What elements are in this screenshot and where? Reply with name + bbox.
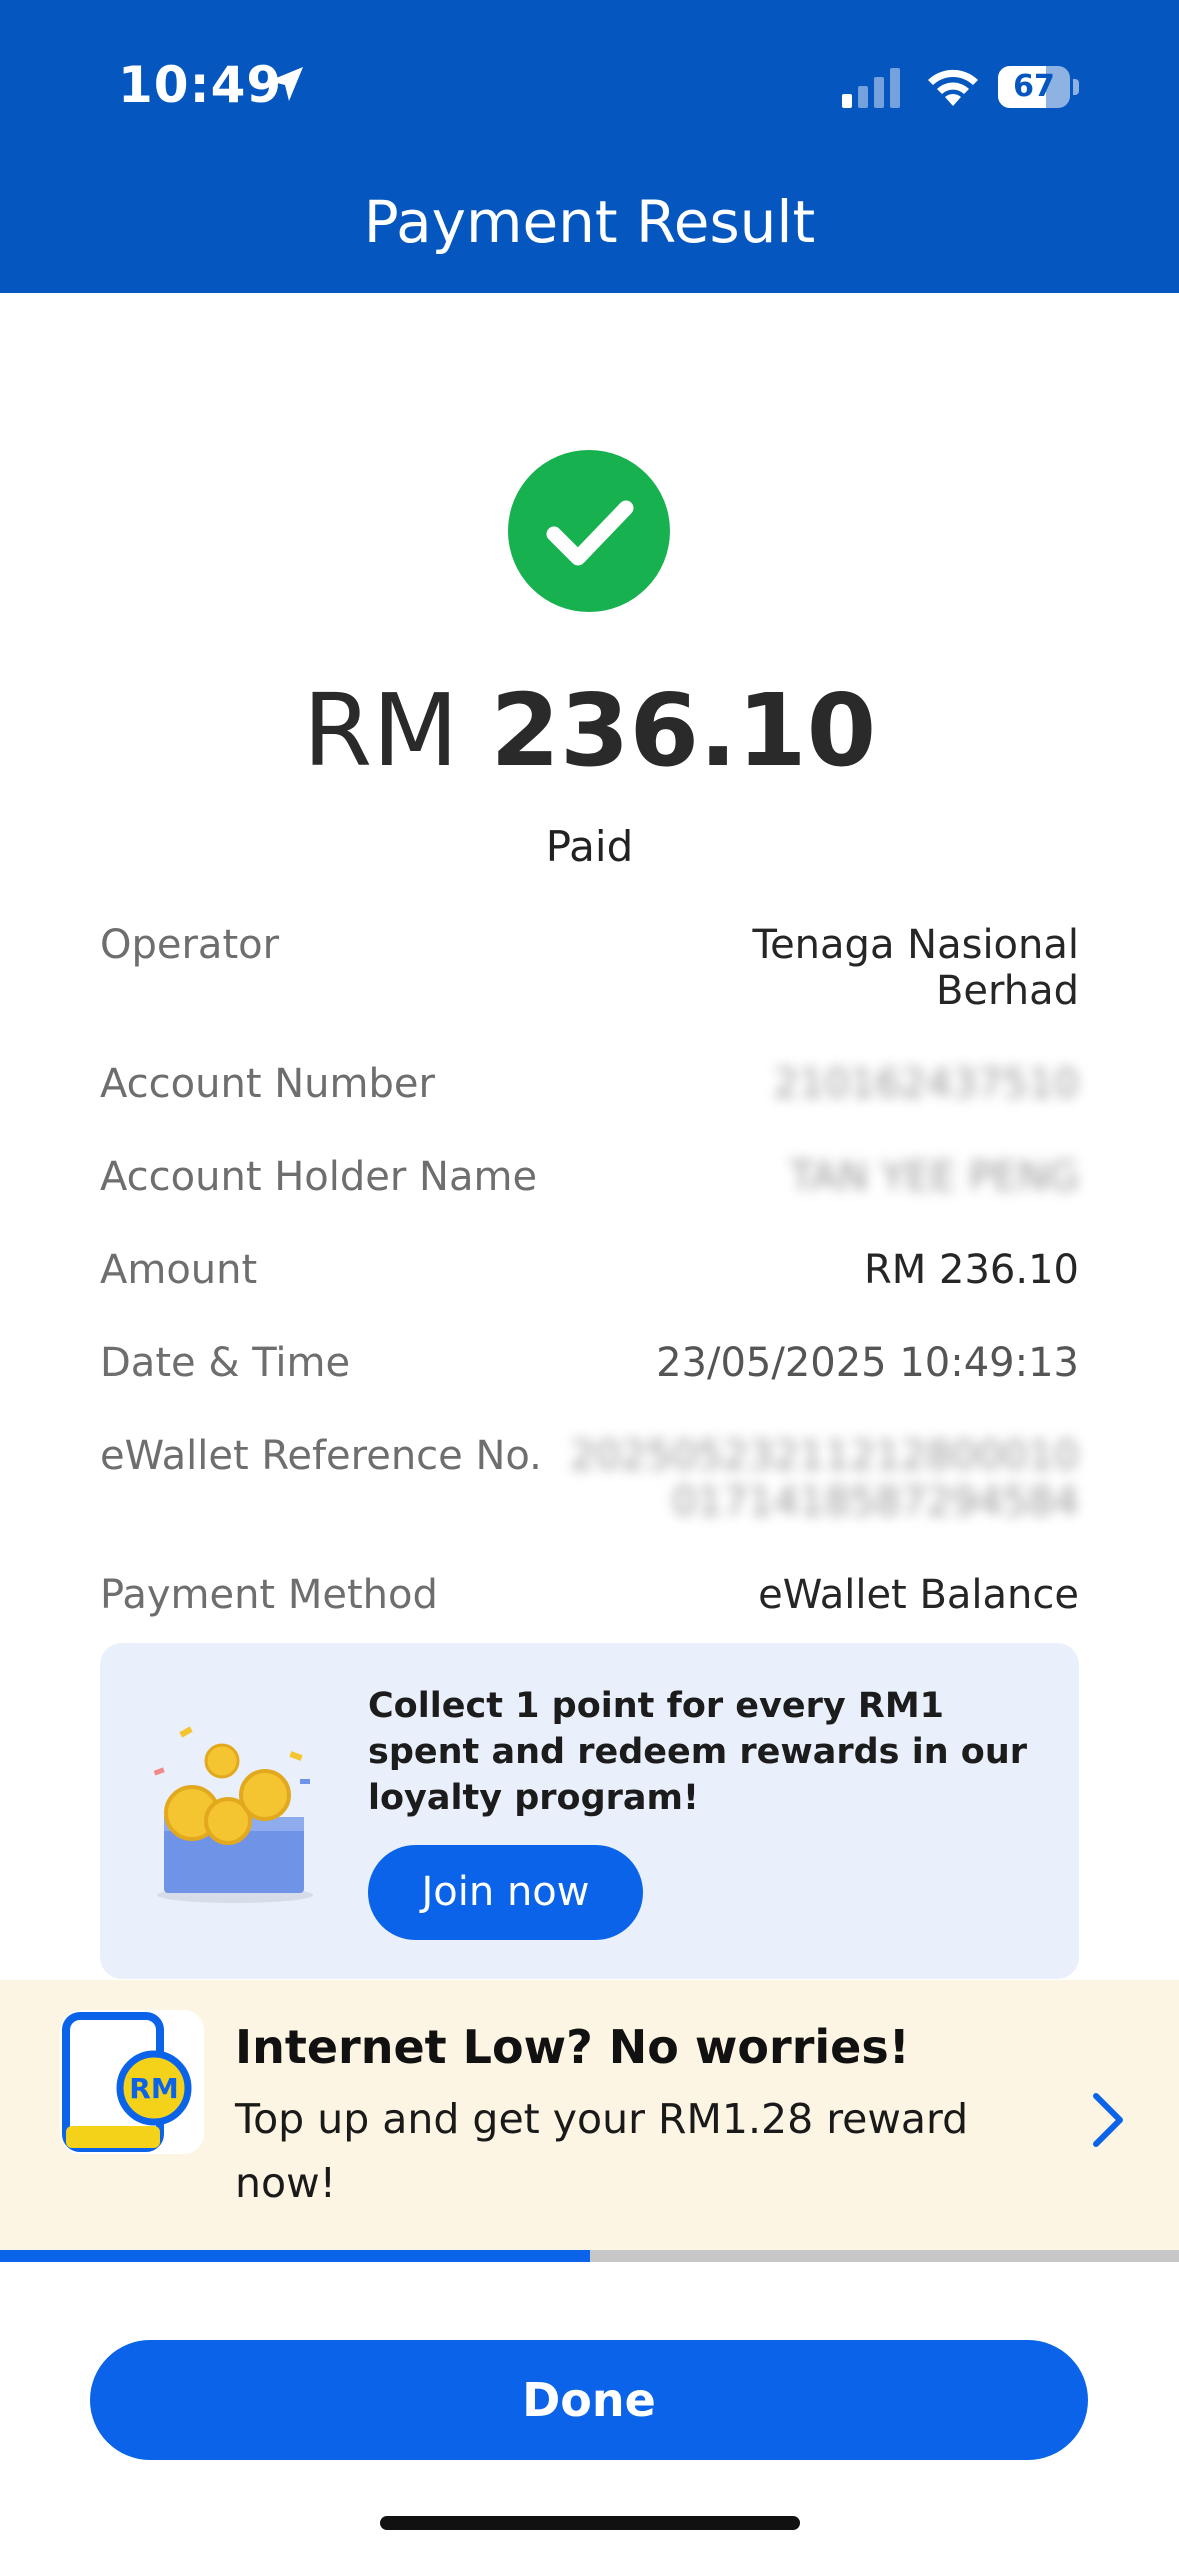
gift-box-coins-icon [153, 1726, 313, 1903]
join-now-button[interactable]: Join now [368, 1845, 643, 1940]
detail-value-account-holder: TAN YEE PENG [789, 1154, 1079, 1200]
amount-value: 236.10 [490, 672, 877, 789]
detail-label-amount: Amount [100, 1247, 258, 1293]
detail-value-date-time: 23/05/2025 10:49:13 [656, 1340, 1079, 1386]
topup-reward-banner[interactable]: RM Internet Low? No worries! Top up and … [0, 1980, 1179, 2250]
detail-value-payment-method: eWallet Balance [758, 1572, 1079, 1618]
detail-label-date-time: Date & Time [100, 1340, 351, 1386]
chevron-right-icon[interactable] [1088, 2090, 1128, 2150]
operator-line-1: Tenaga Nasional [752, 922, 1079, 968]
paid-amount: RM 236.10 [0, 672, 1179, 789]
phone-rm-icon-label: RM [129, 2072, 178, 2105]
operator-line-2: Berhad [935, 968, 1079, 1014]
reference-line-2: 0171418587294584 [671, 1479, 1079, 1525]
banner-title: Internet Low? No worries! [235, 2020, 910, 2074]
cellular-signal-icon [842, 68, 900, 108]
battery-percent: 67 [1013, 69, 1055, 104]
detail-value-amount: RM 236.10 [864, 1247, 1079, 1293]
done-button[interactable]: Done [90, 2340, 1088, 2460]
detail-label-account-holder: Account Holder Name [100, 1154, 538, 1200]
battery-indicator: 67 [998, 66, 1079, 108]
wifi-icon [928, 69, 978, 106]
page-title: Payment Result [363, 188, 816, 256]
success-check-icon [508, 450, 670, 612]
banner-progress-fill [0, 2250, 590, 2262]
detail-label-reference: eWallet Reference No. [100, 1433, 542, 1479]
detail-label-operator: Operator [100, 922, 280, 968]
detail-value-reference: 20250523211212800010 0171418587294584 [570, 1433, 1079, 1525]
detail-label-payment-method: Payment Method [100, 1572, 438, 1618]
banner-progress-track [0, 2250, 1179, 2262]
reference-line-1: 20250523211212800010 [570, 1433, 1079, 1479]
home-indicator [380, 2516, 800, 2530]
banner-subtitle: Top up and get your RM1.28 reward now! [235, 2095, 969, 2207]
location-arrow-icon [269, 67, 303, 101]
phone-rm-icon: RM [62, 2012, 192, 2152]
promo-text: Collect 1 point for every RM1 spent and … [368, 1686, 1028, 1818]
amount-currency: RM [302, 672, 459, 789]
status-time: 10:49 [118, 56, 283, 114]
payment-status: Paid [545, 822, 634, 871]
header-bar: 10:49 67 Payment Result [0, 0, 1179, 293]
loyalty-promo-card: Collect 1 point for every RM1 spent and … [100, 1643, 1079, 1979]
detail-value-account-number: 210162437510 [773, 1061, 1079, 1107]
detail-label-account-number: Account Number [100, 1061, 435, 1107]
detail-value-operator: Tenaga Nasional Berhad [752, 922, 1079, 1014]
